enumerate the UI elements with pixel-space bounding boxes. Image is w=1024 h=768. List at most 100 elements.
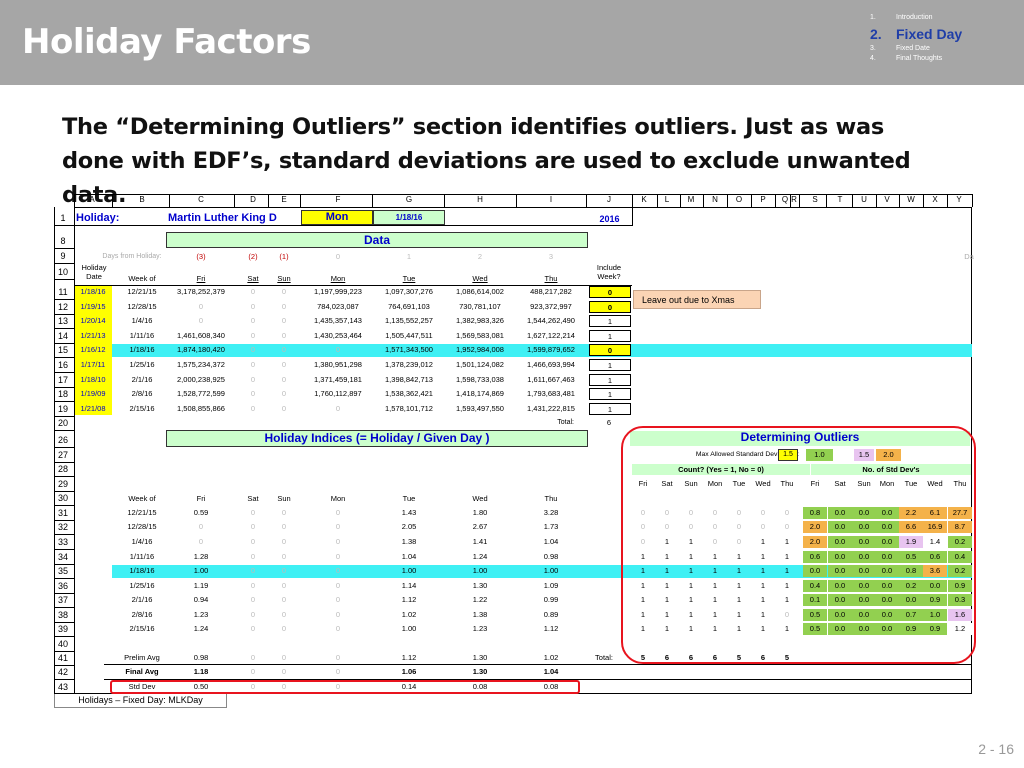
index-cell: 3.28	[543, 508, 559, 517]
nav-item-introduction[interactable]: 1. Introduction	[870, 14, 933, 21]
column-header-p: P	[760, 195, 766, 204]
nav-item-fixed-day[interactable]: 2. Fixed Day	[870, 26, 962, 42]
row-number-35: 35	[57, 566, 68, 576]
index-cell: 1.00	[543, 566, 559, 575]
offset-3: 0	[335, 252, 341, 261]
grid-line	[54, 607, 74, 608]
indices-week-cell: 1/11/16	[129, 552, 155, 561]
grid-line	[775, 194, 776, 207]
row-number-32: 32	[57, 522, 68, 532]
row-number-31: 31	[57, 508, 68, 518]
grid-line	[54, 505, 74, 506]
index-cell: 1.00	[401, 566, 417, 575]
column-header-x: X	[932, 195, 938, 204]
mon-cell: 1,435,357,143	[314, 316, 362, 325]
grid-line	[54, 328, 74, 329]
holiday-date-cell: 1/18/16	[80, 287, 106, 296]
row-number-20: 20	[57, 418, 68, 428]
grid-line	[632, 207, 633, 226]
sun-cell: 0	[281, 360, 287, 369]
column-header-e: E	[281, 195, 287, 204]
header-day-wed: Wed	[472, 274, 488, 283]
index-cell: 0	[335, 552, 341, 561]
header-day-tue: Tue	[402, 274, 416, 283]
grid-line	[300, 194, 301, 207]
index-cell: 1.30	[472, 581, 488, 590]
indices-week-cell: 2/15/16	[129, 624, 155, 633]
index-cell: 0	[281, 566, 287, 575]
index-cell: 2.05	[401, 522, 417, 531]
holiday-date-cell: 1/21/08	[80, 404, 106, 413]
index-cell: 0	[335, 624, 341, 633]
indices-week-cell: 1/25/16	[129, 581, 155, 590]
column-header-v: V	[884, 195, 890, 204]
row-number-36: 36	[57, 581, 68, 591]
sun-cell: 0	[281, 316, 287, 325]
header-day-mon: Mon	[330, 274, 346, 283]
index-cell: 1.38	[472, 610, 488, 619]
sat-cell: 0	[250, 345, 256, 354]
column-header-f: F	[335, 195, 341, 204]
index-cell: 0	[281, 624, 287, 633]
nav-item-fixed-date[interactable]: 3. Fixed Date	[870, 45, 930, 52]
index-cell: 0.98	[543, 552, 559, 561]
index-cell: 1.12	[401, 595, 417, 604]
include-week-cell: 0	[589, 344, 631, 356]
indices-section-title: Holiday Indices (= Holiday / Given Day )	[166, 430, 588, 447]
tue-cell: 1,578,101,712	[385, 404, 433, 413]
mon-cell: 1,371,459,181	[314, 375, 362, 384]
row-number-18: 18	[57, 389, 68, 399]
index-cell: 0.59	[193, 508, 209, 517]
header-week-of: Week of	[128, 274, 156, 283]
indices-header-week-of: Week of	[128, 494, 156, 503]
index-cell: 0	[198, 522, 204, 531]
row-number-34: 34	[57, 552, 68, 562]
thu-cell: 1,627,122,214	[527, 331, 575, 340]
sat-cell: 0	[250, 287, 256, 296]
grid-line	[876, 194, 877, 207]
year-cell: 2016	[599, 214, 620, 224]
thu-cell: 923,372,997	[530, 302, 572, 311]
grid-line	[54, 491, 74, 492]
offset-0: (3)	[196, 252, 206, 261]
nav-label: Introduction	[896, 14, 933, 21]
sun-cell: 0	[281, 375, 287, 384]
column-header-o: O	[735, 195, 743, 204]
thu-cell: 488,217,282	[530, 287, 572, 296]
prelim-avg-label: Prelim Avg	[124, 653, 160, 662]
mon-cell: 1,380,951,298	[314, 360, 362, 369]
grid-line	[899, 194, 900, 207]
index-cell: 1.00	[193, 566, 209, 575]
wed-cell: 730,781,107	[459, 302, 501, 311]
nav-label: Final Thoughts	[896, 55, 943, 62]
thu-cell: 1,431,222,815	[527, 404, 575, 413]
index-cell: 1.02	[401, 610, 417, 619]
row-number-9: 9	[60, 251, 66, 261]
column-header-s: S	[812, 195, 818, 204]
row-number-13: 13	[57, 316, 68, 326]
column-header-k: K	[641, 195, 647, 204]
sheet-tab[interactable]: Holidays – Fixed Day: MLKDay	[54, 694, 227, 708]
week-of-cell: 1/18/16	[129, 345, 155, 354]
grid-line	[54, 651, 74, 652]
index-cell: 1.09	[543, 581, 559, 590]
fri-cell: 1,575,234,372	[177, 360, 225, 369]
include-week-cell: 1	[589, 315, 631, 327]
sun-cell: 0	[281, 331, 287, 340]
total-value: 6	[606, 418, 612, 427]
row-number-33: 33	[57, 537, 68, 547]
nav-num: 1.	[870, 14, 876, 21]
week-of-cell: 12/21/15	[127, 287, 157, 296]
index-cell: 0	[281, 581, 287, 590]
holiday-date-cell: 1/21/13	[80, 331, 106, 340]
row-number-43: 43	[57, 682, 68, 692]
column-header-u: U	[861, 195, 867, 204]
fri-cell: 1,461,608,340	[177, 331, 225, 340]
prelim-avg-cell: 1.30	[472, 653, 488, 662]
include-week-cell: 1	[589, 403, 631, 415]
grid-line	[54, 314, 74, 315]
grid-line	[54, 263, 74, 264]
grid-line	[54, 248, 74, 249]
nav-item-final-thoughts[interactable]: 4. Final Thoughts	[870, 55, 942, 62]
column-header-j: J	[607, 195, 611, 204]
